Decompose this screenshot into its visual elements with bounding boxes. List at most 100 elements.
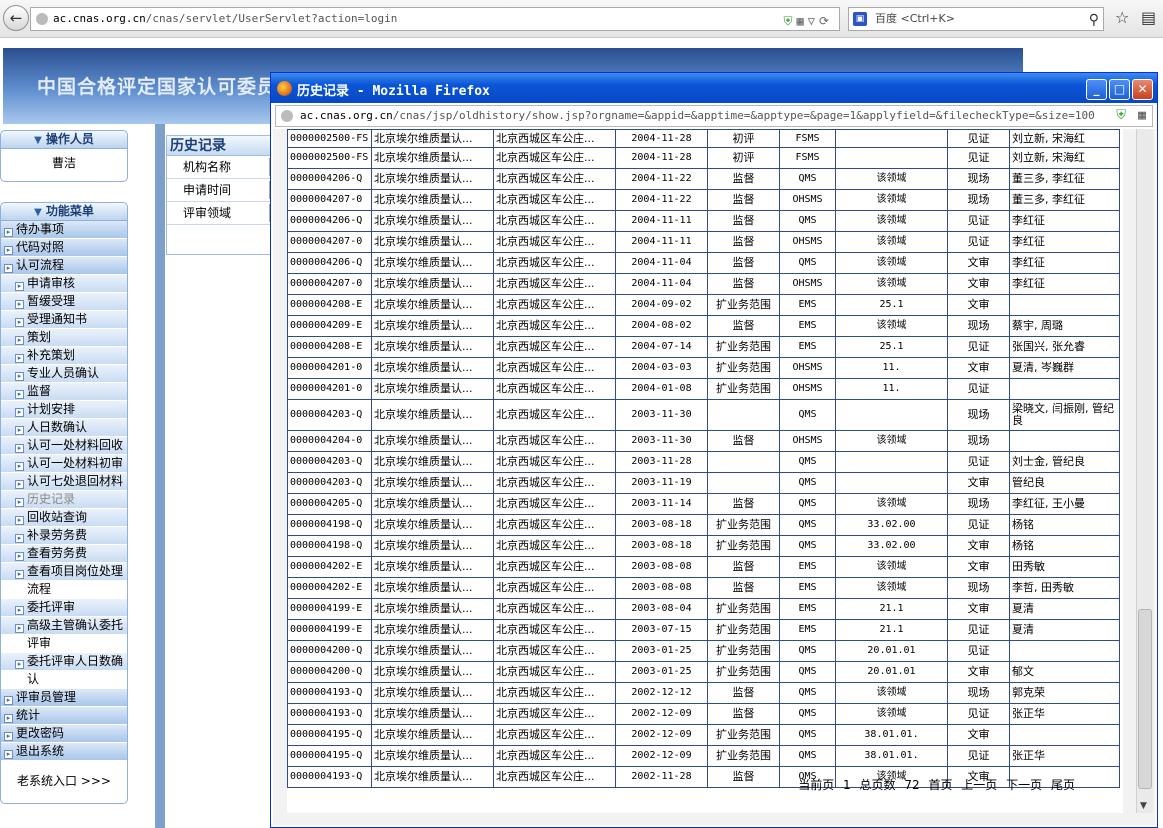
cell-area: 21.1 [835, 598, 948, 620]
cell-reviewers: 李红征 [1009, 252, 1120, 274]
menu-item[interactable]: ▸ 回收站查询 [1, 509, 127, 527]
menu-item[interactable]: ▸ 补充策划 [1, 347, 127, 365]
menu-item-label: 申请审核 [27, 276, 76, 290]
collapse-icon[interactable]: ▼ [34, 207, 42, 218]
menu-arrow-icon: ▸ [15, 354, 24, 363]
cell-record-id: 0000004193-Q [287, 766, 372, 788]
cell-reviewers: 杨铭 [1009, 514, 1120, 536]
next-page-link[interactable]: 下一页 [1006, 778, 1042, 792]
menu-item[interactable]: ▸ 申请审核 [1, 275, 127, 293]
reload-icon[interactable]: ⟳ [819, 14, 833, 28]
qr-icon[interactable]: ▦ [1138, 106, 1146, 126]
bookmark-star-icon[interactable]: ☆ [1115, 8, 1129, 27]
back-button[interactable]: ← [3, 5, 29, 31]
table-row: 0000004199-E 北京埃尔维质量认... 北京西城区车公庄... 2003-0… [287, 598, 1120, 620]
menu-arrow-icon: ▸ [15, 624, 24, 633]
scroll-down-icon[interactable]: ▼ [1140, 801, 1147, 811]
menu-item[interactable]: ▸ 委托评审人日数确 [1, 653, 127, 671]
cell-org-name: 北京埃尔维质量认... [371, 745, 494, 767]
vertical-scrollbar[interactable]: ▼ [1136, 129, 1153, 813]
total-pages-label: 总页数 [859, 778, 896, 792]
menu-item[interactable]: ▸ 委托评审 [1, 599, 127, 617]
cell-record-id: 0000004203-Q [287, 399, 372, 431]
menu-item-label: 策划 [27, 330, 52, 344]
menu-item[interactable]: ▸ 统计 [1, 707, 127, 725]
menu-item[interactable]: ▸ 暂缓受理 [1, 293, 127, 311]
cell-record-id: 0000004195-Q [287, 745, 372, 767]
menu-item[interactable]: ▸ 监督 [1, 383, 127, 401]
cell-reviewers [1009, 640, 1120, 662]
search-input[interactable]: ▣ 百度 <Ctrl+K> ⚲ [848, 7, 1104, 31]
menu-item[interactable]: ▸ 查看劳务费 [1, 545, 127, 563]
menu-arrow-icon: ▸ [15, 408, 24, 417]
cell-address: 北京西城区车公庄... [493, 556, 616, 578]
cell-record-id: 0000004202-E [287, 577, 372, 599]
close-button[interactable]: ✕ [1132, 79, 1153, 100]
menu-item[interactable]: ▸ 认可一处材料初审 [1, 455, 127, 473]
cell-org-name: 北京埃尔维质量认... [371, 378, 494, 400]
cell-area [835, 451, 948, 473]
address-bar[interactable]: ac.cnas.org.cn/cnas/servlet/UserServlet?… [30, 7, 840, 31]
table-row: 0000004203-Q 北京埃尔维质量认... 北京西城区车公庄... 2003-1… [287, 399, 1120, 431]
menu-item[interactable]: ▸ 更改密码 [1, 725, 127, 743]
cell-area: 11. [835, 378, 948, 400]
table-row: 0000004202-E 北京埃尔维质量认... 北京西城区车公庄... 2003-0… [287, 556, 1120, 578]
cell-review-date: 2003-11-19 [615, 472, 708, 494]
menu-item[interactable]: ▸ 查看项目岗位处理 [1, 563, 127, 581]
table-row: 0000004203-Q 北京埃尔维质量认... 北京西城区车公庄... 2003-1… [287, 472, 1120, 494]
dropdown-icon[interactable]: ▽ [808, 14, 819, 28]
cell-record-id: 0000004198-Q [287, 535, 372, 557]
maximize-button[interactable]: □ [1109, 79, 1130, 100]
cell-area: 25.1 [835, 294, 948, 316]
popup-titlebar[interactable]: 历史记录 - Mozilla Firefox _ □ ✕ [271, 73, 1157, 103]
menu-item[interactable]: ▸ 代码对照 [1, 239, 127, 257]
collapse-icon[interactable]: ▼ [34, 135, 42, 146]
cell-review-date: 2002-12-09 [615, 745, 708, 767]
cell-record-id: 0000002500-FS [287, 129, 372, 148]
menu-item[interactable]: ▸ 高级主管确认委托 [1, 617, 127, 635]
cell-record-id: 0000004198-Q [287, 514, 372, 536]
menu-item[interactable]: ▸ 策划 [1, 329, 127, 347]
menu-arrow-icon: ▸ [4, 714, 13, 723]
prev-page-link[interactable]: 上一页 [961, 778, 997, 792]
shield-icon[interactable]: ⛨ [1116, 106, 1126, 126]
last-page-link[interactable]: 尾页 [1051, 778, 1075, 792]
menu-item-label: 高级主管确认委托 [27, 618, 124, 632]
cell-review-type: 扩业务范围 [707, 745, 780, 767]
qr-icon[interactable]: ▦ [796, 14, 807, 28]
menu-item[interactable]: ▸ 认可一处材料回收 [1, 437, 127, 455]
menu-item: 评审 [1, 635, 127, 653]
popup-address-bar[interactable]: ac.cnas.org.cn/cnas/jsp/oldhistory/show.… [275, 105, 1153, 127]
table-row: 0000004206-Q 北京埃尔维质量认... 北京西城区车公庄... 2004-1… [287, 210, 1120, 232]
shield-icon[interactable]: ⛨ [783, 14, 796, 28]
menu-item[interactable]: ▸ 计划安排 [1, 401, 127, 419]
menu-item[interactable]: ▸ 评审员管理 [1, 689, 127, 707]
cell-review-type: 监督 [707, 252, 780, 274]
cell-reviewers [1009, 724, 1120, 746]
menu-item[interactable]: ▸ 认可七处退回材料 [1, 473, 127, 491]
cell-review-mode: 见证 [947, 703, 1010, 725]
old-system-link[interactable]: 老系统入口 >>> [0, 772, 128, 789]
search-engine-icon[interactable]: ▣ [853, 12, 867, 26]
menu-item[interactable]: ▸ 退出系统 [1, 743, 127, 761]
cell-reviewers: 张正华 [1009, 703, 1120, 725]
cell-review-type: 监督 [707, 703, 780, 725]
menu-item[interactable]: ▸ 补录劳务费 [1, 527, 127, 545]
minimize-button[interactable]: _ [1086, 79, 1107, 100]
bookmarks-list-icon[interactable]: ▤ [1141, 8, 1156, 27]
search-icon[interactable]: ⚲ [1089, 9, 1099, 31]
menu-item[interactable]: ▸ 认可流程 [1, 257, 127, 275]
menu-item[interactable]: ▸ 人日数确认 [1, 419, 127, 437]
cell-review-date: 2004-07-14 [615, 336, 708, 358]
menu-item[interactable]: ▸ 专业人员确认 [1, 365, 127, 383]
scrollbar-thumb[interactable] [1138, 609, 1152, 789]
menu-item[interactable]: ▸ 待办事项 [1, 221, 127, 239]
cell-org-name: 北京埃尔维质量认... [371, 535, 494, 557]
menu-item[interactable]: ▸ 历史记录 [1, 491, 127, 509]
table-row: 0000004200-Q 北京埃尔维质量认... 北京西城区车公庄... 2003-0… [287, 661, 1120, 683]
first-page-link[interactable]: 首页 [928, 778, 952, 792]
cell-org-name: 北京埃尔维质量认... [371, 682, 494, 704]
cell-area: 该领域 [835, 168, 948, 190]
menu-item[interactable]: ▸ 受理通知书 [1, 311, 127, 329]
cell-address: 北京西城区车公庄... [493, 129, 616, 148]
